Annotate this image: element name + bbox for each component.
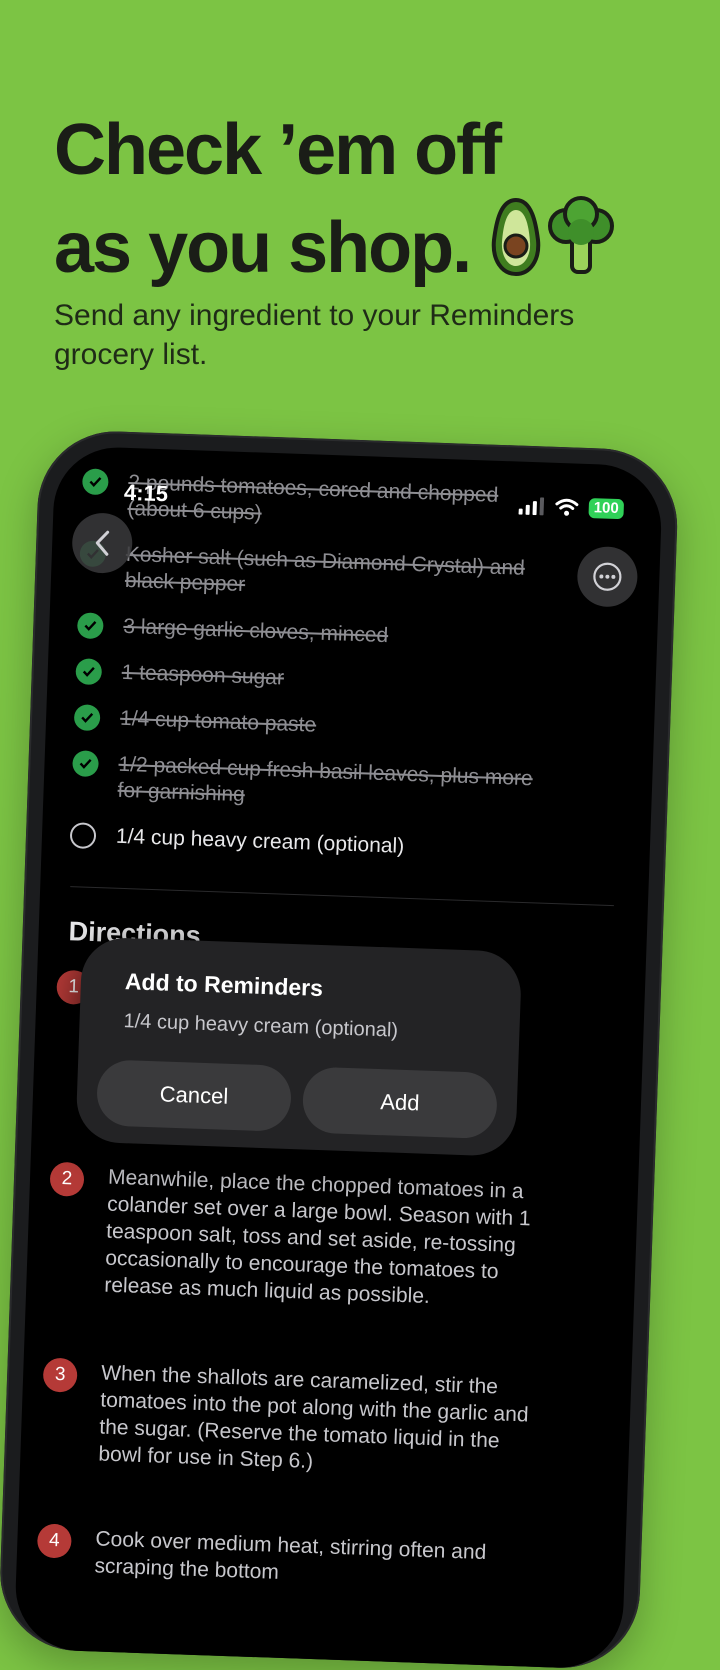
dialog-message: 1/4 cup heavy cream (optional) (123, 1010, 399, 1042)
checkmark-icon[interactable] (81, 468, 109, 496)
direction-step: 4 Cook over medium heat, stirring often … (36, 1523, 536, 1594)
checkmark-icon[interactable] (76, 612, 104, 640)
broccoli-icon (544, 196, 618, 300)
step-number-badge: 2 (49, 1161, 85, 1197)
direction-step: 2 Meanwhile, place the chopped tomatoes … (46, 1161, 548, 1314)
empty-checkbox-icon[interactable] (69, 822, 97, 850)
add-button[interactable]: Add (301, 1066, 498, 1140)
ingredient-text: 2 pounds tomatoes, cored and chopped (ab… (127, 470, 499, 525)
cancel-button[interactable]: Cancel (95, 1059, 293, 1132)
checkmark-icon[interactable] (73, 704, 101, 732)
ingredient-item[interactable]: 1 teaspoon sugar (67, 658, 538, 700)
status-time: 4:15 (123, 479, 169, 507)
more-button[interactable] (576, 545, 639, 608)
ingredient-item[interactable]: 1/2 packed cup fresh basil leaves, plus … (63, 750, 535, 818)
dialog-title: Add to Reminders (124, 968, 324, 1002)
step-number-badge: 4 (36, 1523, 72, 1559)
checkmark-icon[interactable] (75, 658, 103, 686)
ingredient-text: 1/2 packed cup fresh basil leaves, plus … (117, 752, 534, 807)
phone-frame: 2 pounds tomatoes, cored and chopped (ab… (0, 428, 680, 1670)
checkmark-icon[interactable] (72, 750, 99, 778)
ingredient-text: Kosher salt (such as Diamond Crystal) an… (124, 542, 526, 597)
ellipsis-circle-icon (593, 562, 622, 591)
chevron-left-icon (95, 530, 110, 556)
ingredient-text: 3 large garlic cloves, minced (122, 614, 389, 648)
step-text: Meanwhile, place the chopped tomatoes in… (103, 1165, 532, 1308)
step-number-badge: 3 (42, 1357, 78, 1393)
ingredient-text: 1/4 cup heavy cream (optional) (115, 824, 405, 858)
ingredient-item[interactable]: 1/4 cup tomato paste (66, 704, 537, 746)
ingredient-text: 1/4 cup tomato paste (119, 706, 317, 737)
ingredient-item[interactable]: 3 large garlic cloves, minced (69, 612, 540, 654)
phone-screen: 2 pounds tomatoes, cored and chopped (ab… (13, 445, 664, 1670)
direction-step: 3 When the shallots are caramelized, sti… (40, 1357, 541, 1483)
cellular-signal-icon (518, 497, 545, 516)
wifi-icon (555, 498, 579, 516)
phone-mockup: 2 pounds tomatoes, cored and chopped (ab… (0, 428, 680, 1670)
ingredient-item[interactable]: Kosher salt (such as Diamond Crystal) an… (71, 540, 543, 608)
ingredient-item[interactable]: 1/4 cup heavy cream (optional) (62, 822, 533, 864)
avocado-icon (488, 196, 544, 300)
battery-icon: 100 (588, 498, 625, 520)
step-text: When the shallots are caramelized, stir … (98, 1361, 529, 1473)
headline-line-1: Check ’em off (54, 110, 502, 190)
status-bar: 4:15 100 (56, 445, 664, 520)
step-text: Cook over medium heat, stirring often an… (94, 1527, 487, 1584)
ingredient-text: 1 teaspoon sugar (121, 660, 285, 690)
divider (70, 886, 614, 907)
headline: Check ’em off as you shop. (54, 104, 618, 300)
subtitle: Send any ingredient to your Reminders gr… (54, 299, 575, 371)
ingredient-list: 2 pounds tomatoes, cored and chopped (ab… (61, 468, 545, 884)
headline-line-2: as you shop. (54, 208, 472, 288)
add-to-reminders-dialog: Add to Reminders 1/4 cup heavy cream (op… (75, 936, 523, 1157)
